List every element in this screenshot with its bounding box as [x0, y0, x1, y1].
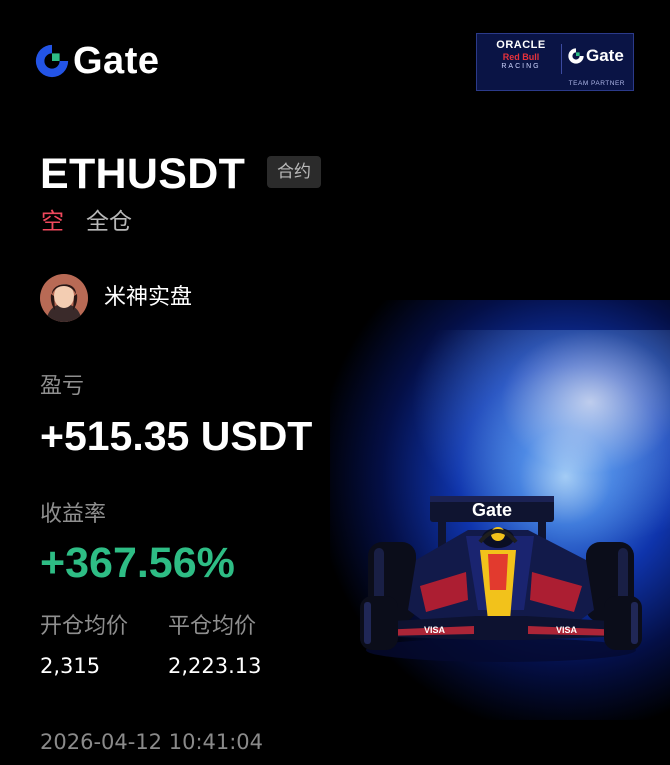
timestamp: 2026-04-12 10:41:04 — [40, 730, 264, 754]
wing-gate-text: Gate — [472, 500, 512, 520]
gate-logo-icon — [35, 44, 69, 78]
roi-value: +367.56% — [40, 539, 235, 587]
open-price-value: 2,315 — [40, 654, 101, 678]
open-price-label: 开仓均价 — [40, 614, 129, 639]
front-wing — [374, 616, 628, 640]
wing-visa-text: VISA — [424, 625, 446, 635]
racing-text: RACING — [501, 63, 541, 70]
close-price-value: 2,223.13 — [168, 654, 262, 678]
gate-logo-icon — [568, 48, 584, 64]
wing-visa-text-right: VISA — [556, 625, 578, 635]
margin-mode: 全仓 — [86, 209, 132, 235]
f1-car-illustration: Gate VISA VISA — [360, 496, 642, 662]
avatar-image — [40, 274, 88, 322]
roi-label: 收益率 — [40, 502, 107, 527]
gate-logo: Gate — [33, 42, 159, 80]
username: 米神实盘 — [104, 285, 193, 310]
sponsor-badge: ORACLE Red Bull RACING Gate TEAM PARTNER — [476, 33, 634, 91]
logo-text: Gate — [73, 40, 160, 82]
oracle-text: ORACLE — [496, 39, 546, 51]
oracle-redbull-lockup: ORACLE Red Bull RACING — [485, 39, 557, 70]
redbull-text: Red Bull — [502, 52, 540, 62]
close-price-label: 平仓均价 — [168, 614, 257, 639]
sponsor-gate-logo: Gate — [567, 46, 624, 66]
position-side: 空 — [41, 209, 64, 235]
pnl-label: 盈亏 — [40, 374, 85, 399]
pnl-value: +515.35 USDT — [40, 413, 313, 459]
team-partner-text: TEAM PARTNER — [568, 80, 625, 87]
sponsor-gate-text: Gate — [586, 46, 624, 65]
trading-pair: ETHUSDT — [40, 150, 246, 198]
contract-tag: 合约 — [267, 156, 321, 188]
share-card: Gate ORACLE Red Bull RACING Gate TEAM PA… — [0, 0, 670, 765]
avatar — [40, 274, 88, 322]
sponsor-divider — [561, 44, 562, 74]
